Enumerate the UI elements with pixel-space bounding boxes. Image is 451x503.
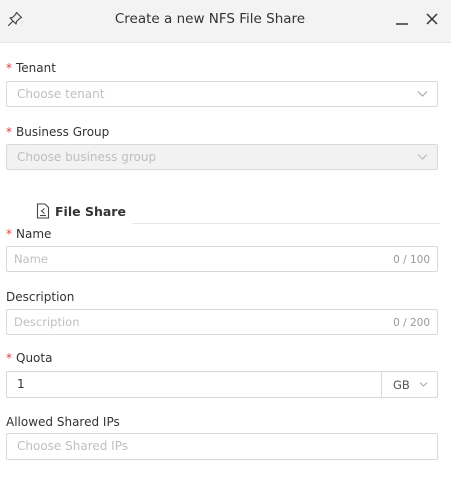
description-char-counter: 0 / 200 [393,317,430,329]
required-marker: * [6,125,12,139]
tenant-label: * Tenant [6,61,56,75]
dialog-titlebar: Create a new NFS File Share [0,0,451,43]
required-marker: * [6,61,12,75]
tenant-placeholder: Choose tenant [17,87,105,101]
business-group-placeholder: Choose business group [17,150,157,164]
description-input[interactable]: Description 0 / 200 [6,309,438,335]
section-title: File Share [55,204,126,219]
allowed-ips-select[interactable]: Choose Shared IPs [6,433,438,460]
quota-value: 1 [17,377,25,391]
dialog-title: Create a new NFS File Share [114,11,306,27]
allowed-ips-placeholder: Choose Shared IPs [17,439,128,453]
required-marker: * [6,227,12,241]
chevron-down-icon [417,91,428,97]
file-icon [36,203,50,219]
allowed-ips-label: Allowed Shared IPs [6,415,120,429]
section-divider [132,223,440,224]
name-input[interactable]: Name 0 / 100 [6,246,438,272]
tenant-select[interactable]: Choose tenant [6,81,438,107]
required-marker: * [6,351,12,365]
description-placeholder: Description [14,315,80,329]
description-label: Description [6,290,75,304]
name-char-counter: 0 / 100 [393,254,430,266]
file-share-section-header: File Share [36,201,440,224]
quota-unit-label: GB [393,378,410,392]
quota-input[interactable]: 1 GB [6,371,438,398]
business-group-label: * Business Group [6,125,110,139]
name-placeholder: Name [14,252,48,266]
close-icon[interactable] [423,10,441,28]
quota-unit-select[interactable]: GB [381,372,437,398]
chevron-down-icon [417,154,428,160]
minimize-icon[interactable] [393,10,411,28]
quota-label: * Quota [6,351,53,365]
name-label: * Name [6,227,52,241]
chevron-down-icon [419,382,428,387]
business-group-select[interactable]: Choose business group [6,144,438,170]
